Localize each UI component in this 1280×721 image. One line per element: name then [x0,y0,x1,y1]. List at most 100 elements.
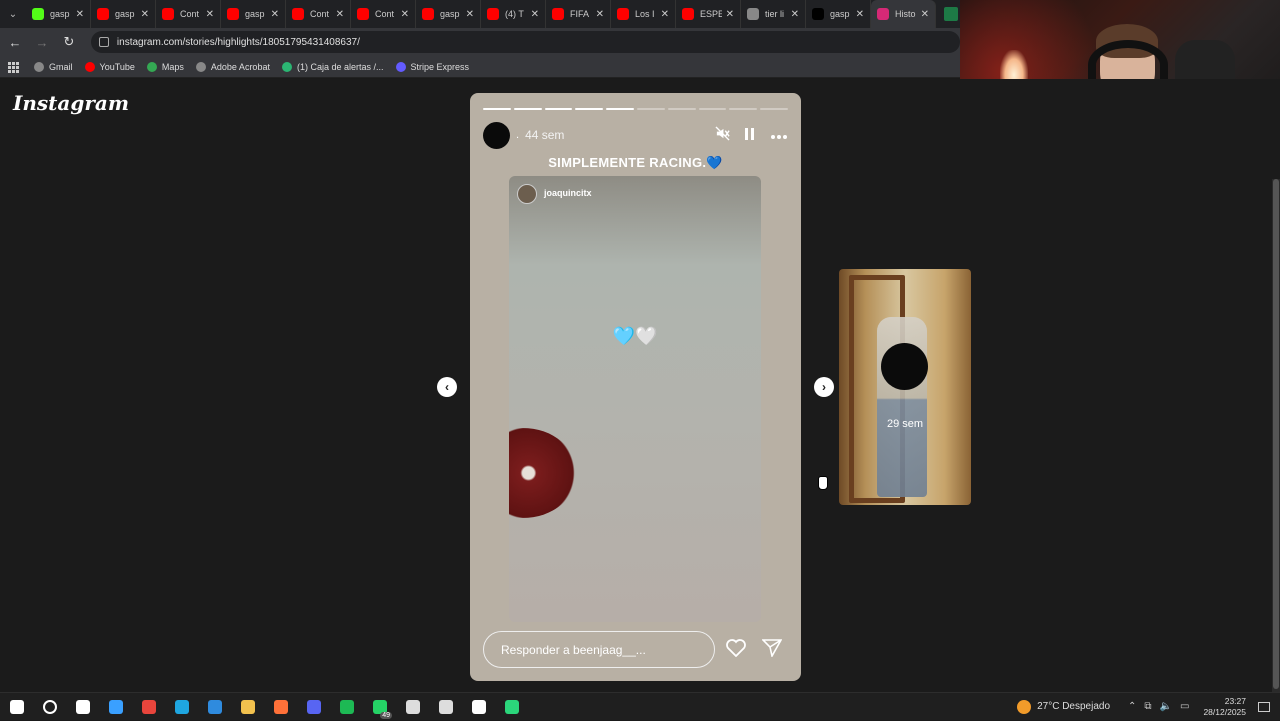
search-icon[interactable] [33,693,66,721]
bookmark-label: Maps [161,61,184,72]
tiktok-icon [812,8,824,20]
network-icon[interactable]: ⧉ [1144,701,1151,712]
browser-tab[interactable]: gasp ✕ [221,0,286,28]
clock-date: 28/12/2025 [1203,706,1246,717]
site-info-icon[interactable] [98,37,109,47]
story-viewer[interactable]: . 44 sem SIMPLEMENTE RACING.💙 joaquincit… [470,93,801,681]
bookmark-item[interactable]: Gmail [34,61,73,72]
apps-grid-icon[interactable] [8,61,19,73]
previous-story-button[interactable]: ‹ [437,377,457,397]
media-player-icon[interactable] [396,693,429,721]
next-story-preview[interactable]: 29 sem [839,269,971,505]
close-tab-icon[interactable]: ✕ [531,9,539,20]
close-tab-icon[interactable]: ✕ [141,9,149,20]
close-tab-icon[interactable]: ✕ [206,9,214,20]
sheets-tab-icon[interactable] [944,7,958,21]
tab-title: gasp [245,9,265,19]
reshared-story[interactable]: joaquincitx 🩵🤍 [509,176,761,622]
firefox-icon[interactable] [264,693,297,721]
close-tab-icon[interactable]: ✕ [661,9,669,20]
browser-tab[interactable]: Cont ✕ [351,0,416,28]
forward-button[interactable]: → [30,35,54,50]
progress-segment [575,108,604,110]
progress-segment [760,108,788,110]
close-tab-icon[interactable]: ✕ [921,9,929,20]
browser-tab[interactable]: ESPE ✕ [676,0,741,28]
close-tab-icon[interactable]: ✕ [271,9,279,20]
browser-toolbar: ← → ↻ instagram.com/stories/highlights/1… [0,28,960,56]
bookmark-item[interactable]: Maps [146,61,184,72]
close-tab-icon[interactable]: ✕ [791,9,799,20]
close-tab-icon[interactable]: ✕ [596,9,604,20]
story-avatar[interactable] [483,121,510,149]
instagram-logo[interactable]: Instagram [13,91,129,115]
reply-input[interactable]: Responder a beenjaag__... [483,631,715,668]
browser-tab[interactable]: FIFA ✕ [546,0,611,28]
globe-icon [747,8,759,20]
browser-tab[interactable]: Los I ✕ [611,0,676,28]
next-story-time: 29 sem [886,418,924,430]
address-bar[interactable]: instagram.com/stories/highlights/1805179… [90,31,960,53]
browser-tab[interactable]: Cont ✕ [286,0,351,28]
clock[interactable]: 23:27 28/12/2025 [1203,696,1246,718]
whatsapp-icon[interactable]: 49 [363,693,396,721]
windows-start-icon[interactable] [0,693,33,721]
back-button[interactable]: ← [3,35,27,50]
close-tab-icon[interactable]: ✕ [401,9,409,20]
chevron-up-icon[interactable]: ⌃ [1128,701,1136,712]
bookmark-item[interactable]: Stripe Express [395,61,469,72]
progress-segment [606,108,634,110]
bookmark-item[interactable]: YouTube [84,61,135,72]
pause-icon[interactable] [744,127,756,144]
more-options-icon[interactable] [770,127,788,143]
browser-tab[interactable]: gasp ✕ [91,0,156,28]
close-tab-icon[interactable]: ✕ [856,9,864,20]
tab-title: gasp [115,9,135,19]
progress-segment [544,108,573,110]
capcut-icon[interactable] [462,693,495,721]
like-heart-icon[interactable] [726,639,746,662]
story-username[interactable]: . [516,129,519,141]
browser-tab[interactable]: Cont ✕ [156,0,221,28]
system-tray: 27°C Despejado ⌃ ⧉ 🔈 ▭ 23:27 28/12/2025 [1017,696,1280,718]
copilot-icon[interactable] [99,693,132,721]
obs-icon[interactable] [429,693,462,721]
next-story-button[interactable]: › [814,377,834,397]
browser-tab[interactable]: Histo ✕ [871,0,936,28]
tab-search-button[interactable]: ⌄ [0,0,26,28]
youtube-icon [552,8,564,20]
browser-tab[interactable]: gasp ✕ [416,0,481,28]
youtube-icon [682,8,694,20]
close-tab-icon[interactable]: ✕ [726,9,734,20]
page-scrollbar[interactable] [1272,179,1280,692]
task-view-icon[interactable] [66,693,99,721]
store-icon[interactable] [198,693,231,721]
battery-icon[interactable]: ▭ [1180,701,1189,712]
reshared-username[interactable]: joaquincitx [544,188,592,198]
browser-tab[interactable]: gasp ✕ [26,0,91,28]
weather-widget[interactable]: 27°C Despejado [1017,699,1110,714]
chrome-icon[interactable] [132,693,165,721]
close-tab-icon[interactable]: ✕ [466,9,474,20]
notifications-icon[interactable] [1258,701,1270,712]
reload-button[interactable]: ↻ [57,34,81,50]
discord-icon[interactable] [297,693,330,721]
close-tab-icon[interactable]: ✕ [76,9,84,20]
hearts-sticker: 🩵🤍 [612,326,658,346]
bookmark-item[interactable]: (1) Caja de alertas /... [281,61,384,72]
volume-icon[interactable]: 🔈 [1160,701,1172,712]
send-icon[interactable] [761,639,783,662]
browser-tab[interactable]: tier li ✕ [741,0,806,28]
globe-icon [195,61,206,72]
app-icon[interactable] [495,693,528,721]
close-tab-icon[interactable]: ✕ [336,9,344,20]
reshared-avatar[interactable] [517,184,537,204]
spotify-icon[interactable] [330,693,363,721]
mute-icon[interactable] [715,126,730,144]
bookmark-item[interactable]: Adobe Acrobat [195,61,270,72]
browser-tab[interactable]: (4) T ✕ [481,0,546,28]
file-explorer-icon[interactable] [231,693,264,721]
browser-tab[interactable]: gasp ✕ [806,0,871,28]
edge-icon[interactable] [165,693,198,721]
weather-icon [1017,699,1032,714]
